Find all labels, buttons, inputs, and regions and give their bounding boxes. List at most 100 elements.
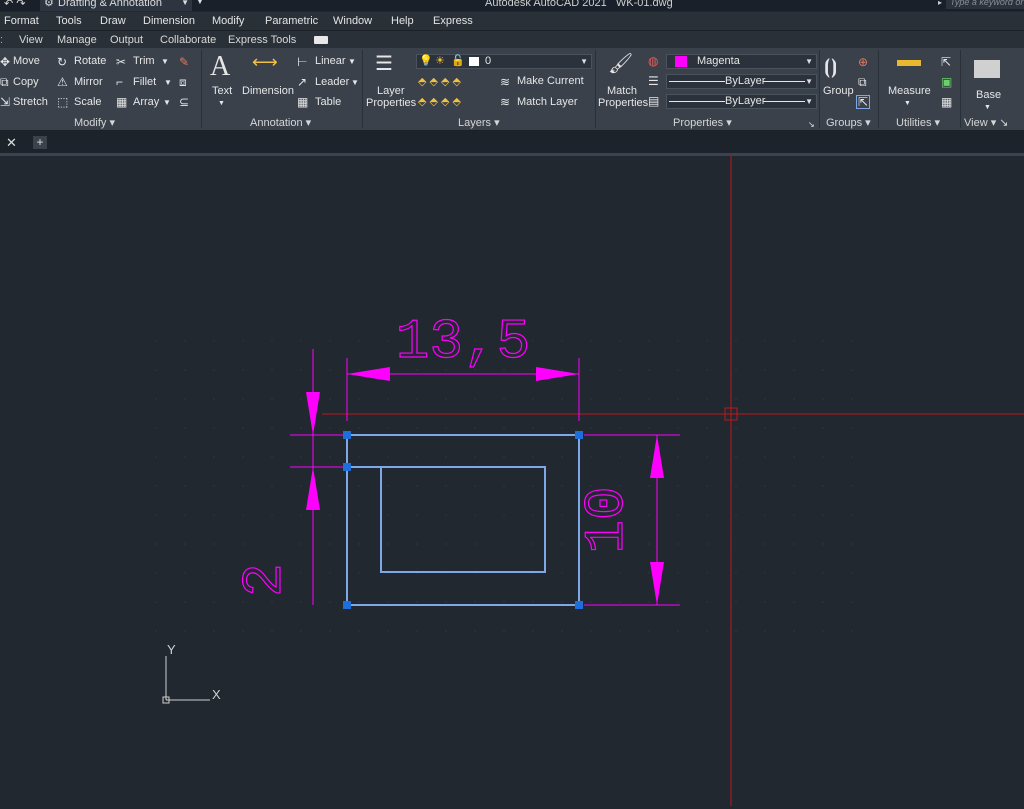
scale-button[interactable]: Scale [74,96,102,109]
measure-dropdown-icon[interactable]: ▼ [904,98,911,110]
ungroup-icon[interactable]: ⊕ [858,56,868,68]
panel-title-view[interactable]: View ▾ ↘ [964,117,1009,129]
match-properties-line2[interactable]: Properties [598,97,648,109]
move-button[interactable]: Move [13,55,40,68]
linetype-value: ByLayer [725,75,766,87]
grip[interactable] [343,601,351,609]
workspace-label: Drafting & Annotation [58,0,162,9]
select-all-icon[interactable]: ▣ [941,76,952,88]
table-button[interactable]: Table [315,96,341,109]
array-button[interactable]: Array [133,96,159,109]
panel-separator [595,50,596,128]
panel-title-modify[interactable]: Modify ▾ [74,117,115,129]
linear-button[interactable]: Linear [315,55,346,68]
panel-title-utilities[interactable]: Utilities ▾ [896,117,940,129]
offset-icon[interactable]: ⊆ [179,96,189,108]
panel-launcher-icon[interactable]: ↘ [808,119,815,131]
make-current-button[interactable]: Make Current [517,75,584,88]
linetype-icon: ☰ [648,74,659,88]
table-icon: ▦ [297,95,309,109]
lineweight-combo[interactable]: ByLayer ▼ [666,94,817,109]
layer-tool-icon[interactable]: ⬘ ⬘ ⬘ ⬘ [418,76,461,88]
ribbon-tab-bar: : View Manage Output Collaborate Express… [0,30,1024,49]
panel-title-annotation[interactable]: Annotation ▾ [250,117,311,129]
menu-modify[interactable]: Modify [212,15,244,27]
explode-icon[interactable]: ⧈ [179,76,187,88]
trim-button[interactable]: Trim [133,55,155,68]
workspace-switcher[interactable]: ⚙ Drafting & Annotation ▼ [40,0,192,11]
close-icon[interactable]: ✕ [6,135,17,151]
tab-output[interactable]: Output [110,34,143,46]
search-input[interactable]: Type a keyword or [946,0,1024,9]
group-edit-icon[interactable]: ⧉ [858,76,867,88]
grip[interactable] [343,431,351,439]
drawing-viewport[interactable]: 13,5 10 2 Y X [0,156,1024,806]
group-select-icon[interactable]: ⇱ [856,95,871,109]
leader-button[interactable]: Leader [315,76,349,89]
grip[interactable] [343,463,351,471]
layer-combo[interactable]: 💡 ☀ 🔓 0 ▼ [416,54,592,69]
ucs-x-label: X [212,687,221,702]
layer-tool-icon[interactable]: ⬘ ⬘ ⬘ ⬘ [418,96,461,108]
menu-dimension[interactable]: Dimension [143,15,195,27]
ribbon: ✥ Move ⧉ Copy ⇲ Stretch ↻ Rotate ⚠ Mirro… [0,48,1024,131]
copy-button[interactable]: Copy [13,76,39,89]
fillet-button[interactable]: Fillet [133,76,156,89]
ribbon-minimize-icon[interactable] [314,36,328,44]
panel-title-groups[interactable]: Groups ▾ [826,117,871,129]
base-button[interactable]: Base [976,89,1001,101]
layer-properties-line2[interactable]: Properties [366,97,416,109]
menu-format[interactable]: Format [4,15,39,27]
panel-title-layers[interactable]: Layers ▾ [458,117,500,129]
color-value: Magenta [697,55,740,67]
layer-properties-line1[interactable]: Layer [377,85,405,97]
menu-draw[interactable]: Draw [100,15,126,27]
mirror-button[interactable]: Mirror [74,76,103,89]
tab-express-tools[interactable]: Express Tools [228,34,296,46]
tab-collaborate[interactable]: Collaborate [160,34,216,46]
quick-access-dropdown-icon[interactable]: ▼ [196,0,204,6]
match-layer-button[interactable]: Match Layer [517,96,578,109]
menu-parametric[interactable]: Parametric [265,15,318,27]
grip[interactable] [575,601,583,609]
trim-dropdown-icon[interactable]: ▼ [161,56,169,68]
gear-icon: ⚙ [44,0,54,9]
measure-button[interactable]: Measure [888,85,931,97]
menu-window[interactable]: Window [333,15,372,27]
quick-access-redo-icon[interactable]: ↶ ↷ [4,0,26,10]
linear-dropdown-icon[interactable]: ▼ [348,56,356,68]
new-tab-button[interactable]: + [33,136,47,149]
leader-dropdown-icon[interactable]: ▼ [351,77,359,89]
dimension-icon: ⟷ [252,52,278,72]
tab-manage[interactable]: Manage [57,34,97,46]
grip[interactable] [575,431,583,439]
color-combo[interactable]: Magenta ▼ [666,54,817,69]
text-dropdown-icon[interactable]: ▼ [218,98,225,110]
text-button[interactable]: Text [212,85,232,97]
match-properties-line1[interactable]: Match [607,85,637,97]
dimension-button[interactable]: Dimension [242,85,294,97]
search-expand-icon[interactable]: ▸ [938,0,942,7]
stretch-button[interactable]: Stretch [13,96,48,109]
erase-icon[interactable]: ✎ [179,56,189,68]
menu-express[interactable]: Express [433,15,473,27]
panel-title-properties[interactable]: Properties ▾ [673,117,732,129]
quick-select-icon[interactable]: ⇱ [941,56,951,68]
array-icon: ▦ [116,95,128,109]
panel-separator [201,50,202,128]
calculator-icon[interactable]: ▦ [941,96,952,108]
linetype-combo[interactable]: ByLayer ▼ [666,74,817,89]
mirror-icon: ⚠ [57,75,68,89]
rotate-button[interactable]: Rotate [74,55,106,68]
ucs-y-label: Y [167,642,176,657]
array-dropdown-icon[interactable]: ▼ [163,97,171,109]
tab-overflow[interactable]: : [0,34,3,46]
fillet-dropdown-icon[interactable]: ▼ [164,77,172,89]
panel-separator [878,50,879,128]
menu-tools[interactable]: Tools [56,15,82,27]
group-button[interactable]: Group [823,85,854,97]
drawing-canvas[interactable]: 13,5 10 2 Y X [0,156,1024,806]
base-dropdown-icon[interactable]: ▼ [984,102,991,114]
menu-help[interactable]: Help [391,15,414,27]
tab-view[interactable]: View [19,34,43,46]
